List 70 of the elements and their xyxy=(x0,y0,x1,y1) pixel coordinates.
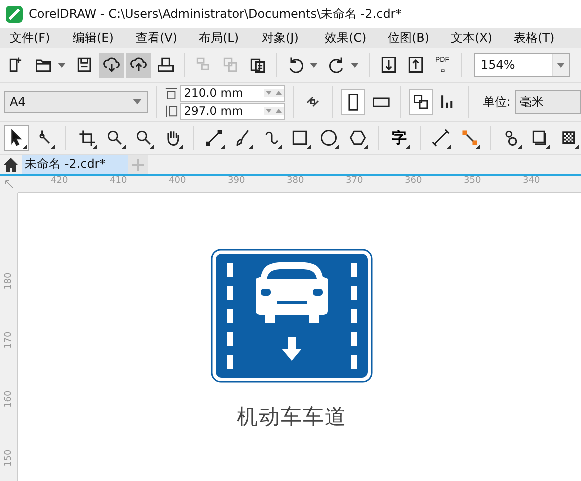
page-size-dropdown[interactable]: A4 xyxy=(4,91,148,113)
menu-item[interactable]: 布局(L) xyxy=(199,30,262,46)
text-tool[interactable]: 字 xyxy=(387,125,412,151)
caret-icon[interactable] xyxy=(58,62,66,68)
ruler-label: 180 xyxy=(4,272,14,290)
flyout-corner-icon xyxy=(179,145,184,149)
width-icon xyxy=(165,86,178,100)
menu-item[interactable]: 位图(B) xyxy=(388,30,451,46)
height-icon xyxy=(165,104,178,118)
home-icon[interactable] xyxy=(3,156,19,172)
caret-icon xyxy=(133,99,142,105)
width-field[interactable]: 210.0 mm xyxy=(180,84,286,102)
menu-item[interactable]: 文本(X) xyxy=(451,30,514,46)
printer-icon xyxy=(156,55,176,75)
ruler-label: 390 xyxy=(228,176,246,188)
flyout-corner-icon xyxy=(22,145,27,149)
flyout-corner-icon xyxy=(93,145,97,149)
cloud-download-icon xyxy=(102,55,122,75)
ruler-label: 420 xyxy=(51,176,70,188)
height-field[interactable]: 297.0 mm xyxy=(180,102,286,120)
menu-item[interactable]: 编辑(E) xyxy=(73,30,136,46)
window-title: CorelDRAW - C:\Users\Administrator\Documents\未命名 -2.cdr* xyxy=(29,6,402,22)
menu-item[interactable]: 效果(C) xyxy=(325,30,388,46)
flyout-corner-icon xyxy=(447,145,452,149)
ruler-label: 380 xyxy=(287,176,306,188)
plus-icon xyxy=(132,158,144,170)
flyout-corner-icon xyxy=(364,145,368,149)
caret-icon xyxy=(557,62,565,68)
menu-item[interactable]: 表格(T) xyxy=(514,30,577,46)
flyout-corner-icon xyxy=(306,145,311,149)
units-label: 单位: xyxy=(482,94,511,110)
flyout-corner-icon xyxy=(249,145,254,149)
ruler-label: 160 xyxy=(4,390,14,408)
flyout-corner-icon xyxy=(575,145,580,149)
caret-icon[interactable] xyxy=(351,62,359,68)
ruler-label: 150 xyxy=(4,448,14,467)
flyout-corner-icon xyxy=(546,145,550,149)
caret-icon[interactable] xyxy=(310,62,318,68)
ruler-label: 170 xyxy=(4,330,14,349)
flyout-corner-icon xyxy=(518,145,522,149)
menu-item[interactable]: 文件(F) xyxy=(10,30,73,46)
app-logo-icon xyxy=(6,6,23,22)
dimension-icon xyxy=(431,128,452,148)
pages-button[interactable] xyxy=(409,89,433,115)
portrait-button[interactable] xyxy=(341,89,365,115)
connector-icon xyxy=(460,128,480,148)
menu-item[interactable]: 对象(J) xyxy=(262,30,325,46)
menu-item[interactable]: 查看(V) xyxy=(136,30,199,46)
document-tab[interactable]: 未命名 -2.cdr* xyxy=(22,155,128,174)
sign-caption: 机动车车道 xyxy=(237,404,347,431)
ruler-label: 360 xyxy=(405,176,424,188)
flyout-corner-icon xyxy=(122,145,126,149)
ruler-label: 400 xyxy=(169,176,188,188)
flyout-corner-icon xyxy=(51,145,56,149)
flyout-corner-icon xyxy=(476,145,480,149)
ruler-label: 340 xyxy=(523,176,542,188)
flyout-corner-icon xyxy=(150,145,154,149)
flyout-corner-icon xyxy=(278,145,282,149)
hexagon-icon xyxy=(348,128,368,148)
zoom-combo[interactable]: 154% xyxy=(474,53,570,77)
flyout-corner-icon xyxy=(220,145,225,149)
ruler-label: 410 xyxy=(110,176,128,188)
crop-icon xyxy=(76,128,97,148)
select-tool[interactable] xyxy=(4,125,29,151)
flyout-corner-icon xyxy=(335,145,340,149)
line-icon xyxy=(204,128,224,148)
flyout-corner-icon xyxy=(406,145,410,149)
units-dropdown[interactable]: 毫米 xyxy=(514,90,581,114)
ruler-label: 350 xyxy=(464,176,482,188)
ruler-label: 370 xyxy=(346,176,364,188)
